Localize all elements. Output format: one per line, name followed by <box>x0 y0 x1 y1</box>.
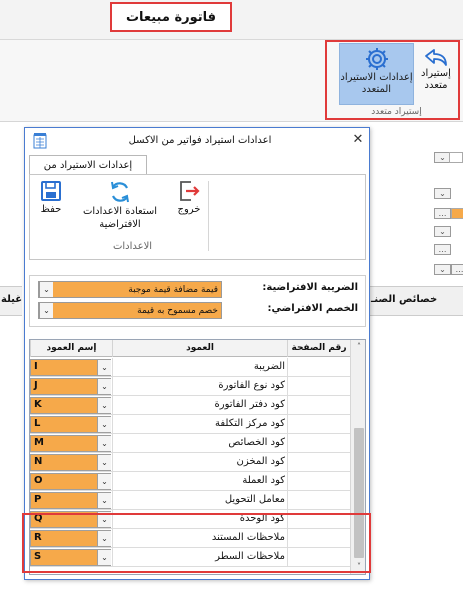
column-cell: كود الخصائص <box>112 434 287 453</box>
table-row[interactable]: K⌄كود دفتر الفاتورة1 <box>30 396 358 415</box>
save-button[interactable]: حفظ <box>34 179 68 216</box>
bg-field-2[interactable] <box>451 208 463 219</box>
exit-label: خروج <box>177 204 201 215</box>
chevron-down-icon[interactable]: ⌄ <box>97 455 111 470</box>
page-number-cell[interactable]: 1 <box>287 434 358 453</box>
restore-defaults-button[interactable]: استعادة الاعدادات الافتراضية <box>70 179 170 231</box>
column-name-value: P <box>34 494 42 505</box>
table-row[interactable]: P⌄معامل التحويل1 <box>30 491 358 510</box>
rows-highlight-box <box>22 513 371 573</box>
column-cell: كود مركز التكلفة <box>112 415 287 434</box>
chevron-down-icon: ⌄ <box>39 282 53 297</box>
page-number-cell[interactable]: 1 <box>287 453 358 472</box>
column-name-value: M <box>34 437 44 448</box>
column-name-select[interactable]: L ⌄ <box>30 416 111 433</box>
column-name-value: L <box>34 418 41 429</box>
toolbar-separator <box>208 181 209 251</box>
chevron-down-icon[interactable]: ⌄ <box>97 398 111 413</box>
table-row[interactable]: M⌄كود الخصائص1 <box>30 434 358 453</box>
default-discount-label: الخصم الافتراضي: <box>267 303 359 314</box>
column-name-select[interactable]: J ⌄ <box>30 378 111 395</box>
table-row[interactable]: N⌄كود المخزن1 <box>30 453 358 472</box>
default-tax-value: قيمة مضافة قيمة موجبة <box>128 284 218 295</box>
header-page-number[interactable]: رقم الصفحة <box>287 340 350 357</box>
chevron-down-icon[interactable]: ⌄ <box>97 379 111 394</box>
exit-button[interactable]: خروج <box>172 179 206 216</box>
bg-field-1[interactable] <box>449 152 463 163</box>
restore-defaults-label: استعادة الاعدادات الافتراضية <box>82 206 158 230</box>
column-name-value: J <box>34 380 38 391</box>
column-name-value: N <box>34 456 43 467</box>
chevron-down-icon[interactable]: ⌄ <box>97 474 111 489</box>
header-column-name[interactable]: إسم العمود <box>30 340 112 357</box>
window-title: فاتورة مبيعات <box>110 2 232 32</box>
column-name-select[interactable]: M ⌄ <box>30 435 111 452</box>
column-cell: كود المخزن <box>112 453 287 472</box>
header-column[interactable]: العمود <box>112 340 287 357</box>
chevron-down-icon[interactable]: ⌄ <box>97 360 111 375</box>
settings-group-caption: الاعدادات <box>112 241 153 252</box>
column-name-value: I <box>34 361 38 372</box>
column-cell: كود دفتر الفاتورة <box>112 396 287 415</box>
column-name-select[interactable]: O ⌄ <box>30 473 111 490</box>
bg-dropdown-2[interactable]: ⌄ <box>434 188 451 199</box>
chevron-down-icon[interactable]: ⌄ <box>97 436 111 451</box>
exit-icon <box>180 181 200 201</box>
page-number-cell[interactable]: 1 <box>287 415 358 434</box>
column-cell: معامل التحويل <box>112 491 287 510</box>
page-number-cell[interactable]: 1 <box>287 472 358 491</box>
chevron-down-icon[interactable]: ⌄ <box>97 493 111 508</box>
page-number-cell[interactable]: 1 <box>287 377 358 396</box>
dialog-title: اعدادات استيراد فواتير من الاكسل <box>128 135 272 146</box>
column-cell: الضريبة <box>112 358 287 377</box>
tab-excel-import-settings[interactable]: إعدادات الاستيراد من اكسيل <box>29 155 147 190</box>
column-cell: كود نوع الفاتورة <box>112 377 287 396</box>
bg-props-label: خصائص الصنـ <box>371 294 438 305</box>
bg-button-2[interactable]: … <box>434 244 451 255</box>
defaults-panel: الضريبة الافتراضية: ⌄ قيمة مضافة قيمة مو… <box>29 275 366 327</box>
dialog-toolbar: حفظ استعادة الاعدادات الافتراضية الاعداد… <box>29 174 366 260</box>
column-name-select[interactable]: K ⌄ <box>30 397 111 414</box>
chevron-down-icon[interactable]: ⌄ <box>97 417 111 432</box>
bg-dropdown-4[interactable]: ⌄ <box>434 264 451 275</box>
save-icon <box>41 181 61 201</box>
bg-button-1[interactable]: … <box>434 208 451 219</box>
save-label: حفظ <box>40 204 62 215</box>
default-discount-value: خصم مسموح به قيمة <box>137 305 218 316</box>
default-tax-label: الضريبة الافتراضية: <box>262 282 358 293</box>
column-name-select[interactable]: N ⌄ <box>30 454 111 471</box>
table-row[interactable]: L⌄كود مركز التكلفة1 <box>30 415 358 434</box>
table-row[interactable]: J⌄كود نوع الفاتورة1 <box>30 377 358 396</box>
page-number-cell[interactable]: 1 <box>287 358 358 377</box>
chevron-up-icon[interactable]: ˄ <box>351 340 365 354</box>
bg-dropdown-3[interactable]: ⌄ <box>434 226 451 237</box>
refresh-icon <box>111 181 129 203</box>
bg-left-fragment: غيلة <box>1 294 23 305</box>
column-name-value: K <box>34 399 42 410</box>
column-name-select[interactable]: P ⌄ <box>30 492 111 509</box>
table-row[interactable]: I⌄الضريبة1 <box>30 358 358 377</box>
column-name-select[interactable]: I ⌄ <box>30 359 111 376</box>
close-icon[interactable]: ✕ <box>350 132 366 148</box>
excel-app-icon <box>33 133 47 149</box>
table-row[interactable]: O⌄كود العملة1 <box>30 472 358 491</box>
default-discount-select[interactable]: ⌄ خصم مسموح به قيمة <box>38 302 222 319</box>
chevron-down-icon: ⌄ <box>39 303 53 318</box>
column-cell: كود العملة <box>112 472 287 491</box>
default-tax-select[interactable]: ⌄ قيمة مضافة قيمة موجبة <box>38 281 222 298</box>
page-number-cell[interactable]: 1 <box>287 491 358 510</box>
column-name-value: O <box>34 475 43 486</box>
grid-header: إسم العمود العمود رقم الصفحة <box>30 340 350 357</box>
bg-button-3[interactable]: … <box>451 264 463 275</box>
page-number-cell[interactable]: 1 <box>287 396 358 415</box>
ribbon-highlight-box <box>325 40 460 120</box>
